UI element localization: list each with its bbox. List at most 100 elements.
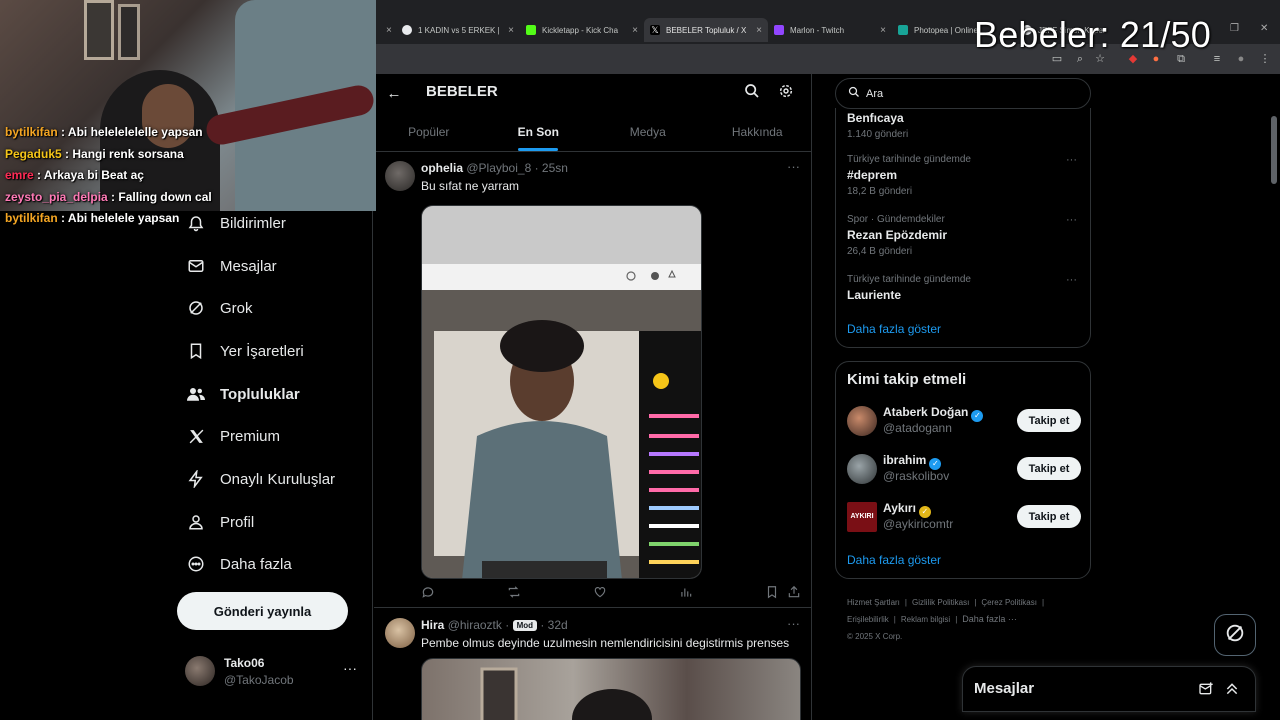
more-icon[interactable]: ···: [787, 159, 800, 174]
tab-title: BEBELER Topluluk / X: [666, 25, 747, 35]
restore-window-icon[interactable]: ❐: [1230, 23, 1239, 34]
more-icon[interactable]: ···: [343, 660, 357, 676]
grok-icon: [185, 297, 207, 319]
more-icon[interactable]: ···: [787, 616, 800, 631]
like-icon[interactable]: [593, 585, 609, 601]
share-icon[interactable]: [787, 585, 803, 601]
nav-item-communities[interactable]: Topluluklar: [185, 379, 300, 409]
search-icon: [848, 85, 860, 103]
verified-badge-icon: ✓: [971, 410, 984, 422]
suggestion-name[interactable]: Aykırı ✓: [883, 501, 931, 518]
profile-icon[interactable]: ●: [1234, 52, 1248, 66]
more-icon[interactable]: ···: [1066, 274, 1077, 286]
page-scrollbar[interactable]: [1270, 112, 1278, 712]
browser-tab[interactable]: Marlon - Twitch ×: [768, 18, 892, 42]
account-switcher[interactable]: Tako06 @TakoJacob ···: [185, 655, 365, 689]
show-more-link[interactable]: Daha fazla göster: [847, 322, 941, 336]
browser-tab-active[interactable]: 𝕏 BEBELER Topluluk / X ×: [644, 18, 768, 42]
tab-latest[interactable]: En Son: [484, 114, 594, 151]
retweet-icon[interactable]: [507, 585, 523, 601]
tab-media[interactable]: Medya: [593, 114, 703, 151]
follow-suggestion[interactable]: AYKIRI Aykırı ✓ @aykiricomtr Takip et: [847, 500, 1081, 534]
post-author-name[interactable]: Hira: [421, 618, 444, 632]
reading-list-icon[interactable]: ≡: [1210, 52, 1224, 66]
close-icon[interactable]: ×: [508, 25, 514, 36]
avatar[interactable]: [847, 406, 877, 436]
nav-item-premium[interactable]: Premium: [185, 421, 280, 451]
post-button[interactable]: Gönderi yayınla: [177, 592, 348, 630]
footer-link[interactable]: Erişilebilirlik: [847, 615, 889, 624]
bookmark-icon[interactable]: [765, 585, 781, 601]
nav-item-verified-orgs[interactable]: Onaylı Kuruluşlar: [185, 464, 335, 494]
nav-item-grok[interactable]: Grok: [185, 293, 253, 323]
tab-about[interactable]: Hakkında: [703, 114, 812, 151]
post-media-image[interactable]: [421, 205, 702, 579]
back-arrow-icon[interactable]: ←: [384, 83, 404, 103]
scrollbar-thumb[interactable]: [1271, 116, 1277, 184]
post-author-handle[interactable]: @hiraoztk: [448, 618, 502, 632]
nav-item-more[interactable]: Daha fazla: [185, 549, 292, 579]
close-icon[interactable]: ×: [880, 25, 886, 36]
chat-line: zeysto_pia_delpia : Falling down cal: [5, 189, 212, 204]
footer-link[interactable]: Gizlilik Politikası: [912, 598, 969, 607]
follow-button[interactable]: Takip et: [1017, 409, 1081, 432]
avatar: [185, 656, 215, 686]
trend-item[interactable]: Türkiye tarihinde gündemde #deprem 18,2 …: [847, 154, 1077, 197]
browser-tab[interactable]: 1 KADIN vs 5 ERKEK | ×: [396, 18, 520, 42]
gear-icon[interactable]: [778, 83, 798, 103]
follow-button[interactable]: Takip et: [1017, 505, 1081, 528]
post[interactable]: Hira @hiraoztk · Mod · 32d ··· Pembe olm…: [374, 609, 811, 720]
close-icon[interactable]: ×: [756, 25, 762, 36]
messages-drawer[interactable]: Mesajlar: [962, 666, 1256, 712]
close-icon[interactable]: ×: [386, 25, 392, 36]
suggestion-name[interactable]: ibrahim ✓: [883, 453, 942, 470]
nav-item-profile[interactable]: Profil: [185, 507, 254, 537]
avatar[interactable]: [385, 618, 415, 648]
more-icon[interactable]: ···: [1066, 214, 1077, 226]
trend-item[interactable]: Spor · Gündemdekiler Rezan Epözdemir 26,…: [847, 214, 1077, 257]
expand-icon[interactable]: [1224, 681, 1240, 697]
post-time[interactable]: 25sn: [542, 161, 568, 175]
close-window-icon[interactable]: ✕: [1260, 23, 1268, 34]
search-input[interactable]: [866, 87, 1066, 100]
avatar[interactable]: [847, 454, 877, 484]
new-message-icon[interactable]: [1198, 681, 1214, 697]
show-more-link[interactable]: Daha fazla göster: [847, 553, 941, 567]
views-icon[interactable]: [679, 585, 695, 601]
chat-message: Falling down cal: [118, 189, 212, 204]
tab-close-prev[interactable]: ×: [376, 18, 396, 42]
follow-suggestion[interactable]: Ataberk Doğan ✓ @atadogann Takip et: [847, 404, 1081, 438]
post[interactable]: ophelia @Playboi_8 · 25sn ··· Bu sıfat n…: [374, 152, 811, 608]
avatar[interactable]: [385, 161, 415, 191]
nav-item-bookmarks[interactable]: Yer İşaretleri: [185, 336, 304, 366]
post-author-name[interactable]: ophelia: [421, 161, 463, 175]
follow-button[interactable]: Takip et: [1017, 457, 1081, 480]
chat-line: bytilkifan : Abi helelelelelle yapsan: [5, 125, 203, 139]
nav-label: Profil: [220, 513, 255, 531]
post-time[interactable]: 32d: [548, 618, 568, 632]
search-icon[interactable]: [744, 83, 764, 103]
footer-link[interactable]: Hizmet Şartları: [847, 598, 900, 607]
search-box[interactable]: [835, 78, 1091, 109]
grok-button[interactable]: [1214, 614, 1256, 656]
community-timeline: ← BEBELER Popüler En Son Medya Hakkında …: [374, 74, 812, 720]
nav-item-messages[interactable]: Mesajlar: [185, 251, 277, 281]
tab-popular[interactable]: Popüler: [374, 114, 484, 151]
menu-icon[interactable]: ⋮: [1258, 52, 1272, 66]
trend-item[interactable]: Benfıcaya 1.140 gönderi: [847, 108, 1077, 140]
follow-suggestion[interactable]: ibrahim ✓ @raskolibov Takip et: [847, 452, 1081, 486]
post-media-image[interactable]: [421, 658, 801, 720]
suggestion-name[interactable]: Ataberk Doğan ✓: [883, 405, 984, 422]
page-title: BEBELER: [426, 83, 498, 100]
footer-link[interactable]: Çerez Politikası: [981, 598, 1037, 607]
post-author-handle[interactable]: @Playboi_8: [466, 161, 531, 175]
trend-item[interactable]: Türkiye tarihinde gündemde Lauriente ···: [847, 274, 1077, 302]
chat-message: Hangi renk sorsana: [72, 146, 184, 161]
footer-link[interactable]: Reklam bilgisi: [901, 615, 950, 624]
close-icon[interactable]: ×: [632, 25, 638, 36]
footer-link[interactable]: Daha fazla ···: [962, 614, 1017, 624]
browser-tab[interactable]: Kickletapp - Kick Cha ×: [520, 18, 644, 42]
more-icon[interactable]: ···: [1066, 154, 1077, 166]
reply-icon[interactable]: [421, 585, 437, 601]
aykiri-logo[interactable]: AYKIRI: [847, 502, 877, 532]
